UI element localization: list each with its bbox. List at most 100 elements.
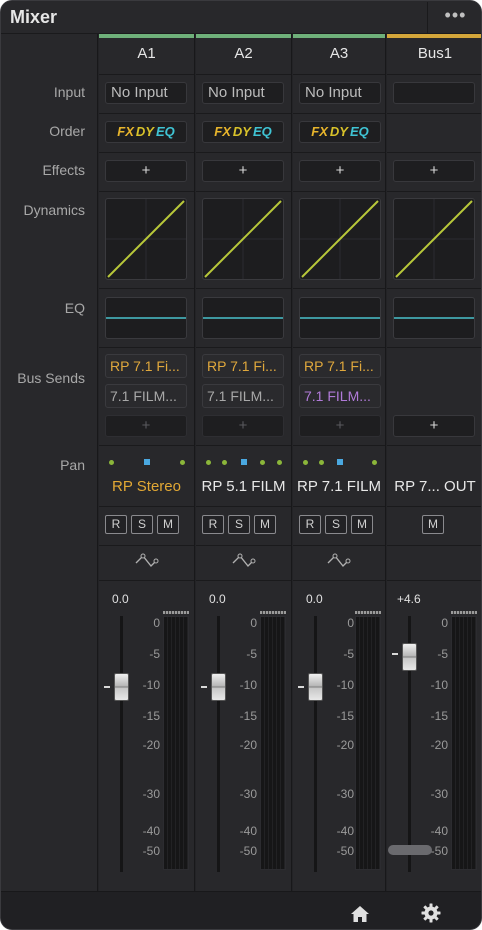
track-color-bar (99, 34, 194, 38)
order-fx: FX (117, 124, 134, 139)
title-bar: Mixer ••• (1, 1, 481, 34)
row-labels-column: Input Order Effects Dynamics EQ Bus Send… (1, 34, 98, 891)
track-name[interactable]: A1 (99, 45, 194, 62)
output-bus-name[interactable]: RP Stereo (99, 478, 194, 495)
level-meter (163, 616, 189, 870)
horizontal-scrollbar[interactable] (388, 845, 432, 855)
order-selector[interactable]: FX DY EQ (105, 121, 187, 143)
fader-db-value: 0.0 (306, 592, 323, 606)
pan-indicator[interactable] (293, 455, 385, 471)
db-scale: 0 -5 -10 -15 -20 -30 -40 -50 (430, 616, 448, 858)
eq-graph[interactable] (299, 297, 381, 339)
eq-graph[interactable] (105, 297, 187, 339)
order-dy: DY (232, 124, 251, 139)
bus-send-1[interactable]: RP 7.1 Fi... (202, 354, 284, 378)
more-dots-icon[interactable]: ••• (427, 2, 481, 34)
level-meter (355, 616, 381, 870)
add-bus-send-button[interactable]: + (202, 415, 284, 437)
fader-db-value: +4.6 (397, 592, 421, 606)
dynamics-graph[interactable] (202, 198, 284, 280)
output-bus-name[interactable]: RP 7... OUT (387, 478, 481, 495)
input-selector[interactable]: No Input (202, 82, 284, 104)
panel-title: Mixer (10, 7, 58, 27)
label-bus-sends: Bus Sends (17, 370, 85, 386)
bus-send-2[interactable]: 7.1 FILM... (105, 384, 187, 408)
record-button[interactable]: R (299, 515, 321, 534)
rsm-buttons: R S M (105, 515, 179, 535)
pan-indicator[interactable] (196, 455, 291, 471)
eq-graph[interactable] (202, 297, 284, 339)
input-selector[interactable]: No Input (105, 82, 187, 104)
bus-send-1[interactable]: RP 7.1 Fi... (299, 354, 381, 378)
fader-db-value: 0.0 (209, 592, 226, 606)
add-effect-button[interactable]: + (393, 160, 475, 182)
db-scale: 0 -5 -10 -15 -20 -30 -40 -50 (239, 616, 257, 858)
order-dy: DY (329, 124, 348, 139)
label-input: Input (53, 84, 85, 100)
record-button[interactable]: R (105, 515, 127, 534)
channel-strip-a2: A2 No Input FX DY EQ + RP 7.1 Fi... 7.1 FI… (196, 34, 292, 891)
track-color-bar (293, 34, 385, 38)
bus-send-2[interactable]: 7.1 FILM... (299, 384, 381, 408)
channel-strip-a1: A1 No Input FX DY EQ + RP 7.1 Fi... 7.1 FI… (99, 34, 195, 891)
mute-button[interactable]: M (351, 515, 373, 534)
order-dy: DY (135, 124, 154, 139)
rsm-buttons: R S M (202, 515, 276, 535)
bus-send-2[interactable]: 7.1 FILM... (202, 384, 284, 408)
track-name[interactable]: A2 (196, 45, 291, 62)
add-effect-button[interactable]: + (299, 160, 381, 182)
order-selector[interactable]: FX DY EQ (202, 121, 284, 143)
output-bus-name[interactable]: RP 5.1 FILM (196, 478, 291, 495)
label-effects: Effects (42, 162, 85, 178)
automation-icon[interactable] (293, 546, 385, 578)
order-eq: EQ (252, 124, 272, 139)
input-selector[interactable] (393, 82, 475, 104)
track-color-bar (387, 34, 481, 38)
order-eq: EQ (155, 124, 175, 139)
add-bus-send-button[interactable]: + (299, 415, 381, 437)
level-meter (260, 616, 286, 870)
order-selector[interactable]: FX DY EQ (299, 121, 381, 143)
track-color-bar (196, 34, 291, 38)
db-scale: 0 -5 -10 -15 -20 -30 -40 -50 (336, 616, 354, 858)
input-selector[interactable]: No Input (299, 82, 381, 104)
add-effect-button[interactable]: + (202, 160, 284, 182)
mute-button[interactable]: M (157, 515, 179, 534)
eq-graph[interactable] (393, 297, 475, 339)
home-icon[interactable] (350, 905, 370, 928)
solo-button[interactable]: S (228, 515, 250, 534)
solo-button[interactable]: S (131, 515, 153, 534)
add-effect-button[interactable]: + (105, 160, 187, 182)
automation-icon[interactable] (99, 546, 194, 578)
order-eq: EQ (349, 124, 369, 139)
db-scale: 0 -5 -10 -15 -20 -30 -40 -50 (142, 616, 160, 858)
mute-button[interactable]: M (422, 515, 444, 534)
label-pan: Pan (60, 457, 85, 473)
rsm-buttons: R S M (299, 515, 373, 535)
footer-bar (1, 891, 481, 929)
automation-icon[interactable] (196, 546, 291, 578)
order-fx: FX (214, 124, 231, 139)
dynamics-graph[interactable] (105, 198, 187, 280)
level-meter (451, 616, 477, 870)
label-order: Order (49, 123, 85, 139)
add-bus-send-button[interactable]: + (393, 415, 475, 437)
gear-icon[interactable] (421, 903, 441, 928)
order-fx: FX (311, 124, 328, 139)
channel-strip-bus1: Bus1 + + RP 7... OUT M +4.6 0 -5 -10 -15… (387, 34, 481, 891)
solo-button[interactable]: S (325, 515, 347, 534)
label-dynamics: Dynamics (23, 202, 85, 218)
mute-button[interactable]: M (254, 515, 276, 534)
dynamics-graph[interactable] (299, 198, 381, 280)
add-bus-send-button[interactable]: + (105, 415, 187, 437)
rsm-buttons: M (422, 515, 444, 535)
track-name[interactable]: A3 (293, 45, 385, 62)
pan-indicator[interactable] (99, 455, 194, 471)
mixer-panel: Mixer ••• Input Order Effects Dynamics E… (0, 0, 482, 930)
dynamics-graph[interactable] (393, 198, 475, 280)
track-name[interactable]: Bus1 (387, 45, 481, 62)
bus-send-1[interactable]: RP 7.1 Fi... (105, 354, 187, 378)
record-button[interactable]: R (202, 515, 224, 534)
channel-strip-a3: A3 No Input FX DY EQ + RP 7.1 Fi... 7.1 FI… (293, 34, 386, 891)
output-bus-name[interactable]: RP 7.1 FILM (293, 478, 385, 495)
